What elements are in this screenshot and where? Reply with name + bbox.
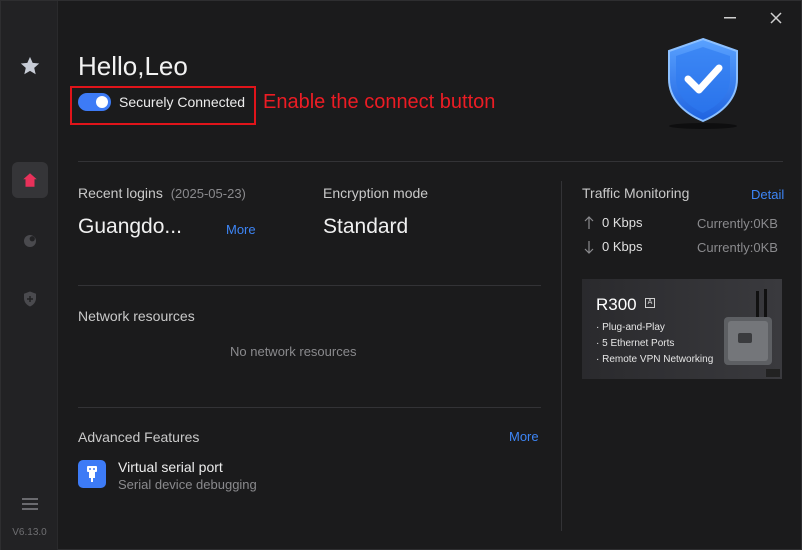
greeting-title: Hello,Leo — [78, 51, 188, 81]
recent-login-location: Guangdo... — [78, 215, 182, 238]
upload-arrow-icon — [584, 215, 596, 230]
encryption-title: Encryption mode — [323, 185, 429, 201]
network-icon[interactable] — [12, 223, 48, 259]
close-icon[interactable] — [767, 9, 785, 27]
traffic-detail-link[interactable]: Detail — [751, 187, 784, 202]
recent-logins-label: Recent logins — [78, 185, 163, 201]
serial-port-icon[interactable] — [78, 460, 106, 488]
download-row: 0 Kbps — [584, 239, 642, 254]
advanced-more-link[interactable]: More — [509, 429, 539, 444]
annotation-text: Enable the connect button — [263, 91, 496, 113]
ad-badge: A — [645, 298, 655, 308]
shield-plus-icon[interactable] — [12, 281, 48, 317]
minimize-icon[interactable] — [721, 9, 739, 27]
favorites-star-icon[interactable] — [12, 48, 48, 84]
ad-title: R300 — [596, 295, 637, 314]
column-divider — [561, 181, 562, 531]
traffic-title: Traffic Monitoring — [582, 185, 690, 201]
ad-feature: · Plug-and-Play — [596, 322, 665, 333]
menu-icon[interactable] — [12, 486, 48, 522]
encryption-value: Standard — [323, 215, 409, 238]
advanced-features-title: Advanced Features — [78, 429, 200, 445]
download-arrow-icon — [584, 240, 596, 254]
section-divider — [78, 285, 541, 286]
upload-current: Currently:0KB — [697, 216, 778, 231]
recent-logins-title: Recent logins (2025-05-23) — [78, 185, 246, 201]
r300-ad-banner[interactable]: R300 A · Plug-and-Play · 5 Ethernet Port… — [582, 279, 782, 379]
virtual-serial-port-name[interactable]: Virtual serial port — [118, 459, 223, 475]
upload-row: 0 Kbps — [584, 215, 642, 230]
version-label: V6.13.0 — [12, 527, 47, 538]
section-divider — [78, 407, 541, 408]
recent-logins-date: (2025-05-23) — [170, 186, 246, 201]
network-resources-empty: No network resources — [230, 344, 357, 359]
shield-check-icon — [661, 35, 745, 136]
download-current: Currently:0KB — [697, 240, 778, 255]
window-controls — [721, 9, 785, 27]
download-rate: 0 Kbps — [602, 239, 643, 254]
network-resources-title: Network resources — [78, 308, 195, 324]
sidebar: V6.13.0 — [1, 1, 58, 550]
ad-feature: · Remote VPN Networking — [596, 354, 714, 365]
app-window: V6.13.0 Hello,Leo Securely Connected Ena… — [0, 0, 802, 550]
router-image-icon — [720, 289, 780, 379]
home-icon[interactable] — [12, 162, 48, 198]
highlight-box — [70, 86, 256, 125]
virtual-serial-port-desc: Serial device debugging — [118, 477, 257, 492]
ad-feature: · 5 Ethernet Ports — [596, 338, 675, 349]
recent-logins-more-link[interactable]: More — [226, 222, 256, 237]
upload-rate: 0 Kbps — [602, 215, 643, 230]
header-divider — [78, 161, 783, 162]
